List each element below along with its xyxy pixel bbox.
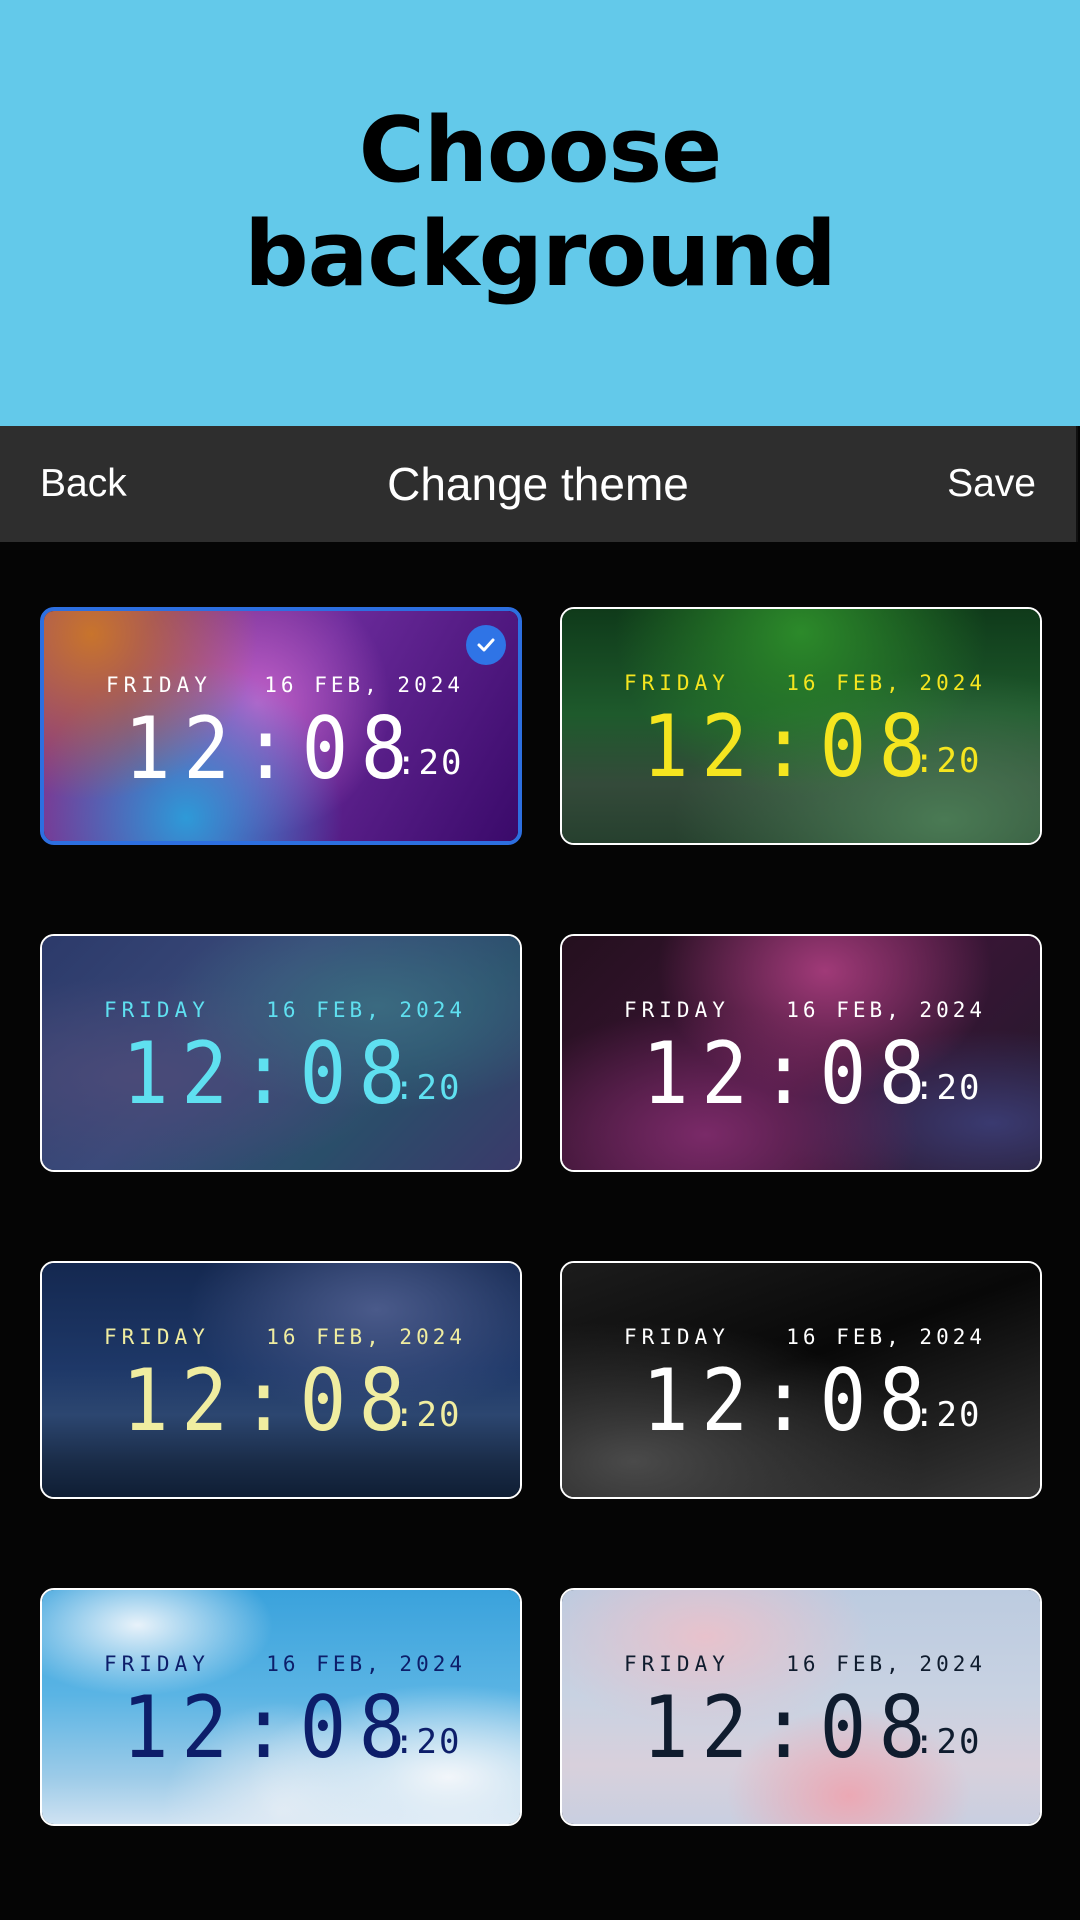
day-label: FRIDAY: [104, 1325, 210, 1349]
clock-preview: FRIDAY 16 FEB, 2024 12:08 :20: [562, 1263, 1040, 1497]
day-label: FRIDAY: [624, 1652, 730, 1676]
clock-preview: FRIDAY 16 FEB, 2024 12:08 :20: [562, 1590, 1040, 1824]
theme-card-magenta[interactable]: FRIDAY 16 FEB, 2024 12:08 :20: [560, 934, 1042, 1172]
theme-card-mountains[interactable]: FRIDAY 16 FEB, 2024 12:08 :20: [40, 1261, 522, 1499]
time-label: 12:08: [124, 699, 421, 799]
seconds-label: :20: [394, 1395, 462, 1435]
seconds-label: :20: [914, 1722, 982, 1762]
time-label: 12:08: [122, 1678, 419, 1778]
date-label: 16 FEB, 2024: [266, 998, 466, 1022]
date-label: 16 FEB, 2024: [266, 1325, 466, 1349]
date-label: 16 FEB, 2024: [786, 998, 986, 1022]
time-label: 12:08: [122, 1351, 419, 1451]
seconds-label: :20: [394, 1068, 462, 1108]
clock-preview: FRIDAY 16 FEB, 2024 12:08 :20: [42, 1263, 520, 1497]
theme-card-sky[interactable]: FRIDAY 16 FEB, 2024 12:08 :20: [40, 1588, 522, 1826]
clock-preview: FRIDAY 16 FEB, 2024 12:08 :20: [562, 936, 1040, 1170]
time-label: 12:08: [642, 1351, 939, 1451]
clock-preview: FRIDAY 16 FEB, 2024 12:08 :20: [44, 611, 518, 841]
clock-preview: FRIDAY 16 FEB, 2024 12:08 :20: [42, 936, 520, 1170]
time-label: 12:08: [642, 1678, 939, 1778]
day-label: FRIDAY: [624, 671, 730, 695]
time-label: 12:08: [642, 1024, 939, 1124]
date-label: 16 FEB, 2024: [786, 1652, 986, 1676]
theme-card-ocean[interactable]: FRIDAY 16 FEB, 2024 12:08 :20: [40, 934, 522, 1172]
day-label: FRIDAY: [624, 1325, 730, 1349]
seconds-label: :20: [394, 1722, 462, 1762]
theme-card-pink-sky[interactable]: FRIDAY 16 FEB, 2024 12:08 :20: [560, 1588, 1042, 1826]
date-label: 16 FEB, 2024: [786, 1325, 986, 1349]
clock-preview: FRIDAY 16 FEB, 2024 12:08 :20: [562, 609, 1040, 843]
date-label: 16 FEB, 2024: [264, 673, 464, 697]
day-label: FRIDAY: [104, 998, 210, 1022]
date-label: 16 FEB, 2024: [266, 1652, 466, 1676]
theme-card-city[interactable]: FRIDAY 16 FEB, 2024 12:08 :20: [560, 607, 1042, 845]
theme-card-dark[interactable]: FRIDAY 16 FEB, 2024 12:08 :20: [560, 1261, 1042, 1499]
back-button[interactable]: Back: [40, 462, 127, 506]
time-label: 12:08: [642, 697, 939, 797]
theme-card-purple[interactable]: FRIDAY 16 FEB, 2024 12:08 :20: [40, 607, 522, 845]
seconds-label: :20: [914, 1395, 982, 1435]
hero-header: Choose background: [0, 0, 1080, 426]
clock-preview: FRIDAY 16 FEB, 2024 12:08 :20: [42, 1590, 520, 1824]
save-button[interactable]: Save: [947, 462, 1036, 506]
check-icon: [466, 625, 506, 665]
date-label: 16 FEB, 2024: [786, 671, 986, 695]
seconds-label: :20: [396, 743, 464, 783]
top-bar: Change theme Back Save: [0, 426, 1078, 542]
day-label: FRIDAY: [106, 673, 212, 697]
day-label: FRIDAY: [624, 998, 730, 1022]
time-label: 12:08: [122, 1024, 419, 1124]
day-label: FRIDAY: [104, 1652, 210, 1676]
page-title: Choose background: [244, 98, 837, 307]
toolbar-title: Change theme: [387, 458, 689, 510]
seconds-label: :20: [914, 1068, 982, 1108]
seconds-label: :20: [914, 741, 982, 781]
